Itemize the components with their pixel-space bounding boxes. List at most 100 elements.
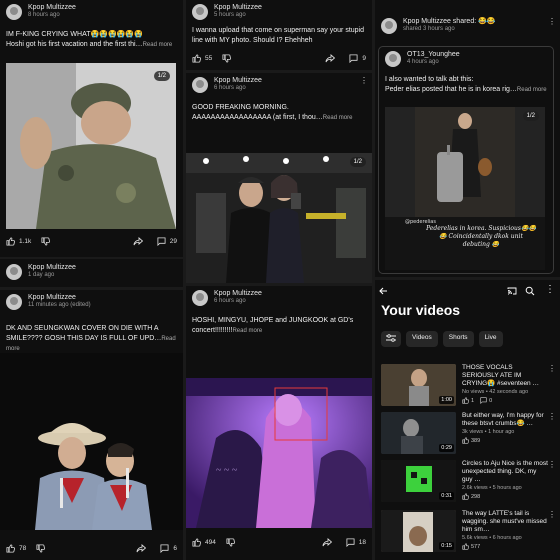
more-options-icon[interactable]: ⋮ (548, 510, 556, 552)
video-title[interactable]: The way LATTE's tail is wagging. she mus… (462, 510, 548, 534)
inner-author-name[interactable]: OT13_Younghee (407, 51, 547, 59)
post-time: 6 hours ago (214, 85, 246, 92)
more-options-icon[interactable]: ⋮ (360, 77, 368, 85)
thumbs-up-icon (462, 437, 469, 444)
thumbs-down-icon (226, 538, 235, 547)
avatar[interactable] (6, 4, 22, 20)
share-button[interactable] (133, 237, 147, 246)
thumbs-down-icon (222, 54, 232, 63)
video-likes: 298 (462, 493, 480, 500)
avatar[interactable] (381, 18, 397, 34)
video-row[interactable]: 0:29 But either way, I'm happy for these… (381, 412, 556, 454)
video-like-count: 298 (471, 493, 481, 500)
shared-inner-post[interactable]: OT13_Younghee 4 hours ago I also wanted … (378, 46, 554, 274)
video-meta: 3k views • 1 hour ago (462, 429, 515, 435)
video-thumbnail[interactable]: 1:00 (381, 364, 456, 406)
avatar[interactable] (192, 290, 208, 306)
comment-button[interactable]: 29 (157, 237, 177, 246)
like-button[interactable]: 1.1k (6, 237, 31, 246)
share-button[interactable] (136, 544, 150, 553)
thumbs-up-icon (462, 397, 469, 404)
video-comment-count: 0 (489, 397, 493, 404)
author-name[interactable]: Kpop Multizzee (28, 264, 177, 272)
avatar[interactable] (192, 77, 208, 93)
comment-button[interactable]: 9 (349, 54, 366, 63)
avatar[interactable] (385, 51, 401, 67)
video-like-count: 577 (471, 543, 481, 550)
more-options-icon[interactable]: ⋮ (548, 18, 556, 26)
back-arrow-icon[interactable] (378, 286, 388, 296)
share-button[interactable] (325, 54, 339, 63)
comment-button[interactable]: 6 (160, 544, 177, 553)
post-card-gd-concert: Kpop Multizzee 6 hours ago HOSHI, MINGYU… (186, 286, 372, 560)
share-button[interactable] (322, 538, 336, 547)
more-options-icon[interactable]: ⋮ (548, 460, 556, 502)
video-row[interactable]: 1:00 THOSE VOCALS SERIOUSLY ATE IM CRYIN… (381, 364, 556, 406)
post-card-header-strip: Kpop Multizzee 1 day ago (0, 259, 183, 287)
like-button[interactable]: 78 (6, 544, 26, 553)
filter-settings-chip[interactable] (381, 331, 401, 347)
post-image[interactable]: 1/2 (186, 153, 372, 283)
dislike-button[interactable] (226, 538, 239, 547)
video-like-count: 1 (471, 397, 475, 404)
read-more-link[interactable]: Read more (232, 328, 262, 334)
cast-icon[interactable] (507, 286, 517, 296)
search-icon[interactable] (525, 286, 535, 296)
post-time: 5 hours ago (214, 12, 246, 19)
read-more-link[interactable]: Read more (143, 42, 173, 48)
comment-icon (349, 54, 358, 63)
dislike-button[interactable] (36, 544, 49, 553)
chip-videos[interactable]: Videos (406, 331, 438, 347)
video-thumbnail[interactable]: 0:29 (381, 412, 456, 454)
author-name[interactable]: Kpop Multizzee (214, 4, 366, 12)
video-thumbnail[interactable]: 0:31 (381, 460, 456, 502)
post-image[interactable]: 1/2 @pederelias Pederelias in korea. Sus… (385, 107, 545, 270)
author-name[interactable]: Kpop Multizzee shared: 😂😂 (403, 18, 548, 26)
thumbs-up-icon (462, 543, 469, 550)
comment-icon (160, 544, 169, 553)
chip-shorts[interactable]: Shorts (442, 331, 474, 347)
top-bar: ⋮ (375, 284, 560, 296)
author-name[interactable]: Kpop Multizzee (214, 290, 366, 298)
more-options-icon[interactable]: ⋮ (545, 284, 555, 295)
avatar[interactable] (6, 264, 22, 280)
video-title[interactable]: Circles to Aju Nice is the most unexpect… (462, 460, 548, 484)
inner-post-text-line1: I also wanted to talk abt this: (385, 76, 474, 83)
more-options-icon[interactable]: ⋮ (548, 364, 556, 406)
author-name[interactable]: Kpop Multizzee (28, 294, 177, 302)
video-title[interactable]: But either way, I'm happy for these btsv… (462, 412, 548, 428)
inner-post-header: OT13_Younghee 4 hours ago (379, 47, 553, 71)
author-name[interactable]: Kpop Multizzee (214, 77, 360, 85)
image-caption: Pederelias in korea. Suspicious😂😂😂 Coinc… (426, 225, 536, 248)
video-title[interactable]: THOSE VOCALS SERIOUSLY ATE IM CRYING😭 #s… (462, 364, 548, 388)
like-button[interactable]: 494 (192, 538, 216, 547)
more-options-icon[interactable]: ⋮ (548, 412, 556, 454)
dislike-button[interactable] (41, 237, 54, 246)
post-text-body: GOOD FREAKING MORNING. AAAAAAAAAAAAAAAAA… (192, 104, 323, 121)
post-text: IM F-KING CRYING WHAT😭😭😭😭😭😭 Hoshi got hi… (0, 30, 183, 50)
video-row[interactable]: 0:15 The way LATTE's tail is wagging. sh… (381, 510, 556, 552)
avatar[interactable] (6, 294, 22, 310)
thumbs-down-icon (41, 237, 51, 246)
video-thumbnail[interactable]: 0:15 (381, 510, 456, 552)
avatar[interactable] (192, 4, 208, 20)
post-card-shared: Kpop Multizzee shared: 😂😂 shared 3 hours… (375, 0, 560, 277)
read-more-link[interactable]: Read more (323, 115, 353, 121)
post-actions: 1.1k 29 (0, 237, 183, 246)
dislike-button[interactable] (222, 54, 235, 63)
video-likes: 1 (462, 397, 474, 404)
post-image[interactable] (0, 353, 183, 530)
post-time: 8 hours ago (28, 12, 60, 19)
video-row[interactable]: 0:31 Circles to Aju Nice is the most une… (381, 460, 556, 502)
post-header: Kpop Multizzee shared: 😂😂 shared 3 hours… (375, 0, 560, 38)
author-name[interactable]: Kpop Multizzee (28, 4, 177, 12)
comment-button[interactable]: 18 (346, 538, 366, 547)
read-more-link[interactable]: Read more (517, 87, 547, 93)
like-button[interactable]: 55 (192, 54, 212, 63)
chip-live[interactable]: Live (478, 331, 503, 347)
thumbs-up-icon (6, 237, 15, 246)
post-image[interactable]: ~ ~ ~ (186, 378, 372, 528)
post-time: shared 3 hours ago (403, 26, 455, 33)
image-count-badge: 1/2 (522, 111, 539, 121)
post-image[interactable]: 1/2 (6, 63, 176, 229)
